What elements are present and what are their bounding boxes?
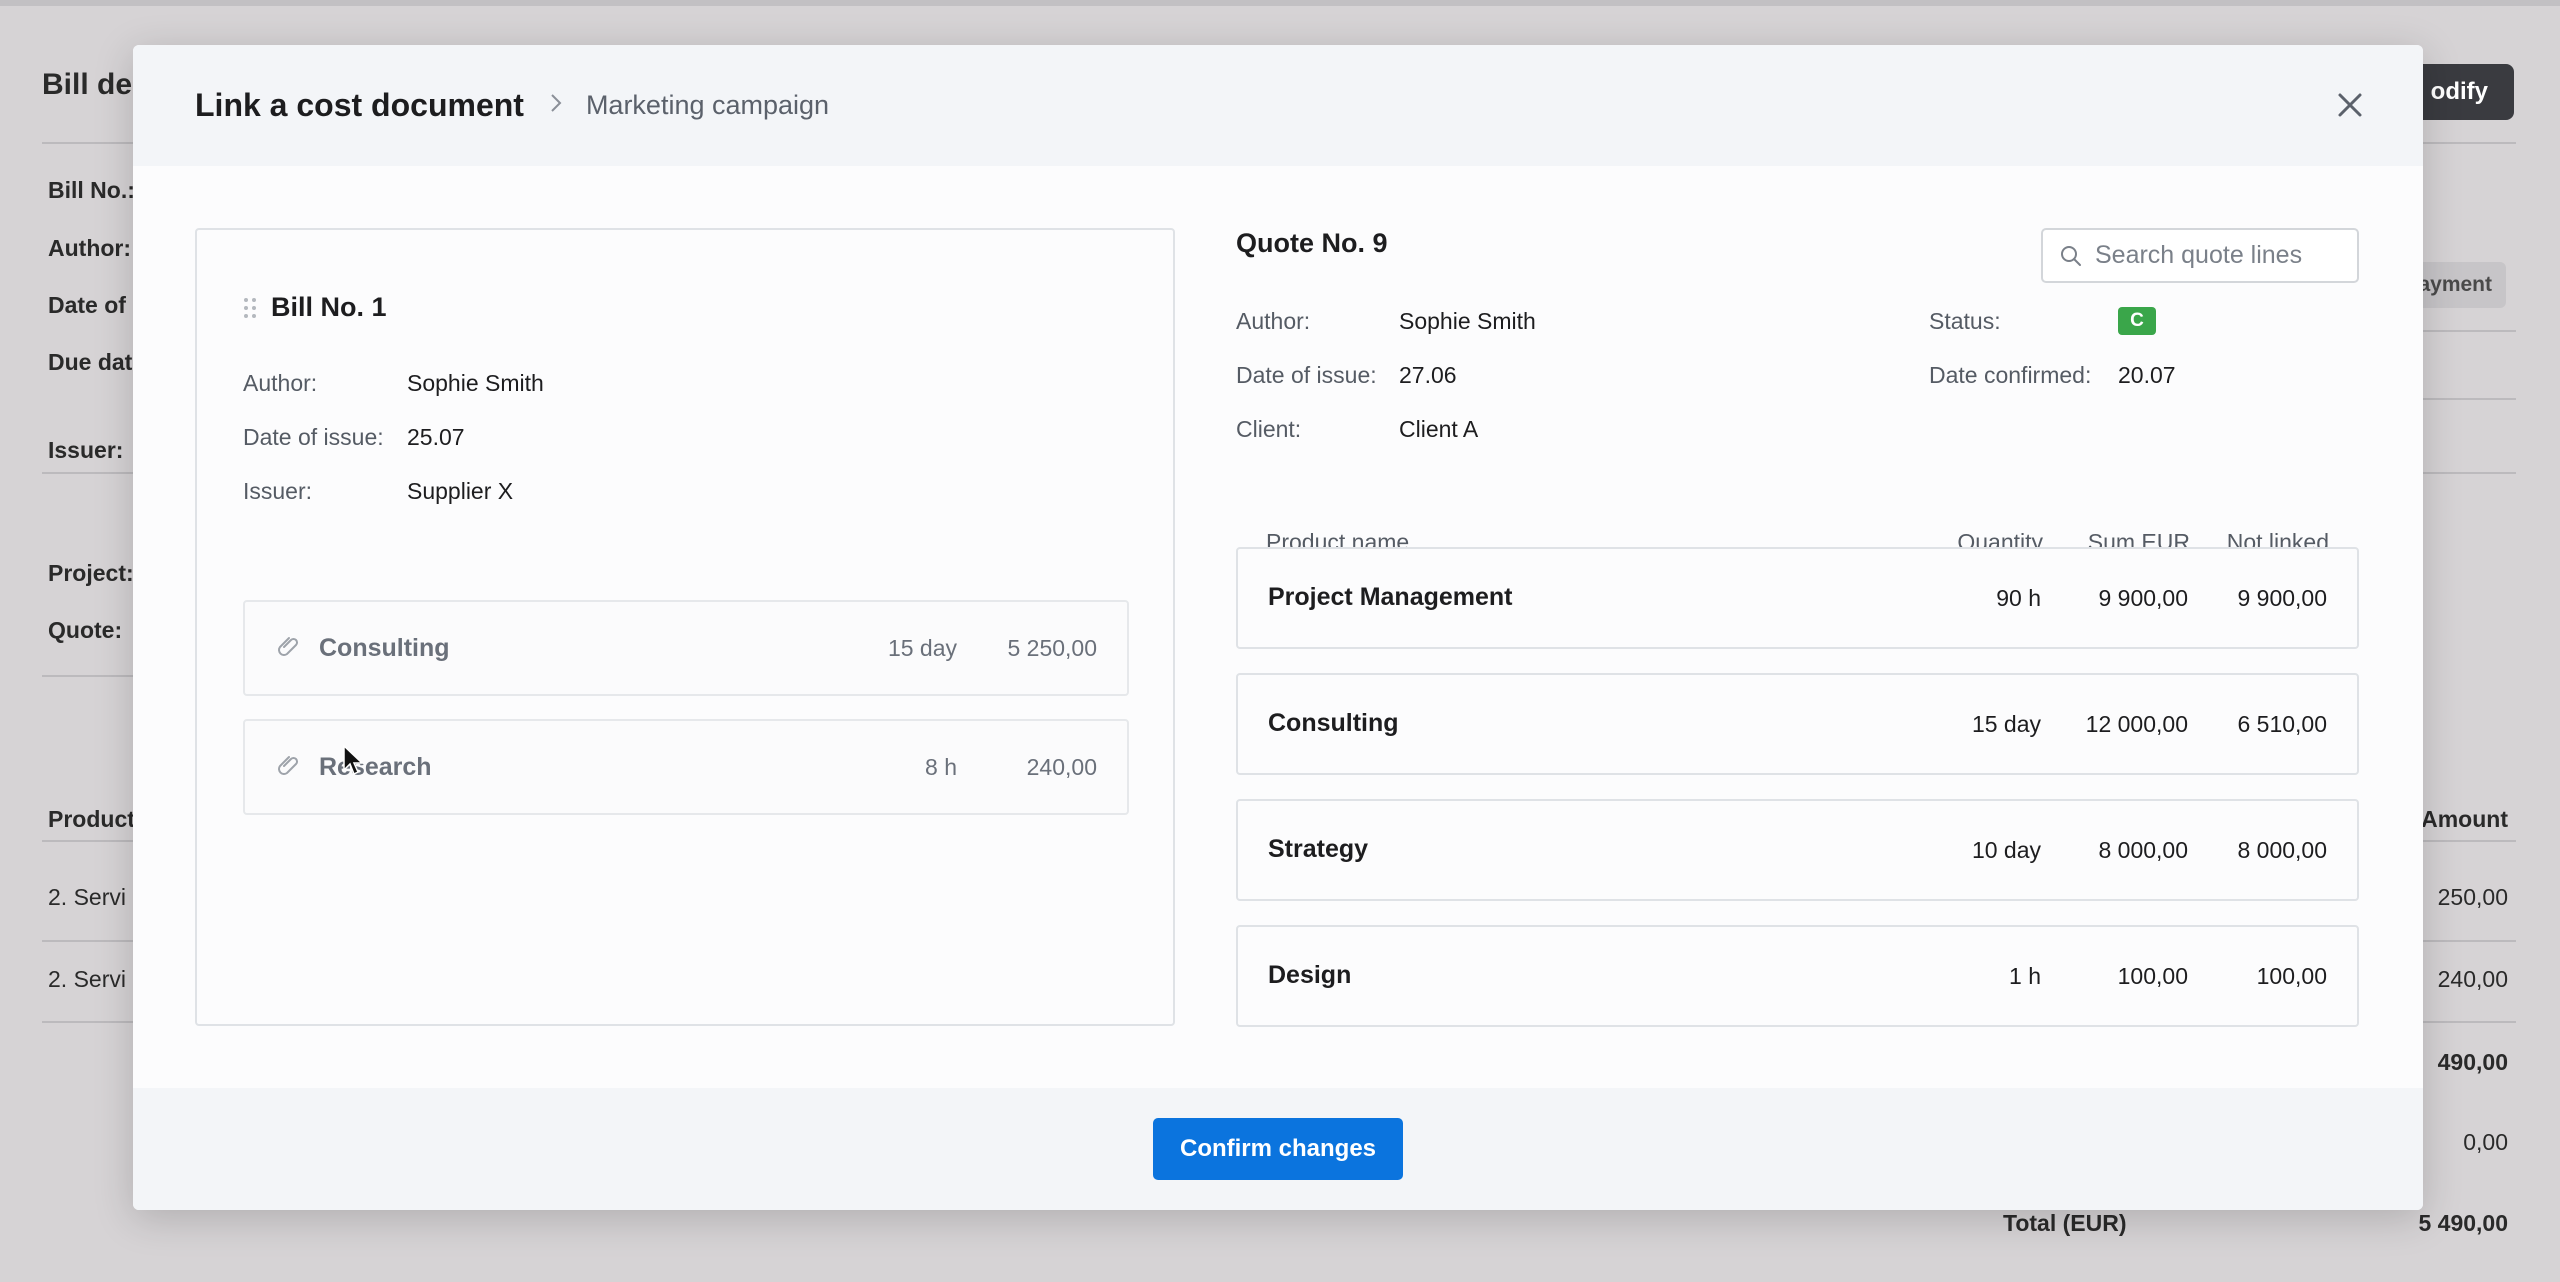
bill-title: Bill No. 1 <box>243 292 387 323</box>
bill-issuer-value: Supplier X <box>407 478 514 504</box>
bill-author-value: Sophie Smith <box>407 370 544 396</box>
quote-line-row[interactable]: Strategy 10 day 8 000,00 8 000,00 <box>1236 799 2359 901</box>
quote-line-not-linked: 8 000,00 <box>2237 837 2327 863</box>
quote-status-label: Status: <box>1929 308 2001 334</box>
quote-author-value: Sophie Smith <box>1399 308 1536 334</box>
quote-line-name: Consulting <box>1268 709 1399 737</box>
quote-line-qty: 1 h <box>2009 963 2041 989</box>
modal-header: Link a cost document Marketing campaign <box>133 45 2423 166</box>
quote-line-name: Design <box>1268 961 1352 989</box>
vat-value: 0,00 <box>2463 1129 2508 1155</box>
quote-line-sum: 8 000,00 <box>2098 837 2188 863</box>
link-cost-document-modal: Link a cost document Marketing campaign … <box>133 45 2423 1210</box>
mouse-cursor-icon <box>343 744 364 776</box>
table-row-amount: 250,00 <box>2437 884 2508 910</box>
product-column-header: Product <box>48 806 135 832</box>
bill-line-qty: 8 h <box>925 753 957 780</box>
paperclip-icon <box>275 752 301 783</box>
quote-client-label: Client: <box>1236 416 1302 442</box>
close-button[interactable] <box>2331 86 2369 124</box>
due-date-label: Due dat <box>48 349 133 375</box>
bill-issuer-label: Issuer: <box>243 478 313 504</box>
total-value: 5 490,00 <box>2418 1210 2508 1236</box>
breadcrumb[interactable]: Marketing campaign <box>586 90 829 121</box>
quote-line-qty: 10 day <box>1971 837 2041 863</box>
close-icon <box>2338 93 2362 117</box>
table-row-service: 2. Servi <box>48 884 126 910</box>
project-label: Project: <box>48 560 134 586</box>
search-input[interactable] <box>2095 241 2345 270</box>
quote-line-not-linked: 6 510,00 <box>2237 711 2327 737</box>
subtotal-value: 490,00 <box>2437 1049 2508 1075</box>
quote-line-row[interactable]: Design 1 h 100,00 100,00 <box>1236 925 2359 1027</box>
page-title: Bill de <box>42 68 133 101</box>
quote-line-qty: 15 day <box>1971 711 2041 737</box>
divider <box>42 472 134 474</box>
quote-client-value: Client A <box>1399 416 1479 442</box>
quote-date-label: Date of issue: <box>1236 362 1377 388</box>
drag-handle-icon[interactable] <box>243 297 257 319</box>
chevron-right-icon <box>550 92 562 120</box>
bill-line-item[interactable]: Research 8 h 240,00 <box>243 719 1129 815</box>
bill-panel: Bill No. 1 Author: Sophie Smith Date of … <box>195 228 1175 1026</box>
bill-line-name: Consulting <box>319 633 450 662</box>
status-badge: C <box>2118 307 2156 335</box>
modal-title: Link a cost document <box>195 87 524 123</box>
bill-author-label: Author: <box>243 370 318 396</box>
quote-line-row[interactable]: Project Management 90 h 9 900,00 9 900,0… <box>1236 547 2359 649</box>
quote-line-sum: 100,00 <box>2117 963 2188 989</box>
confirm-changes-button[interactable]: Confirm changes <box>1153 1118 1403 1180</box>
quote-line-qty: 90 h <box>1996 585 2041 611</box>
quote-line-not-linked: 9 900,00 <box>2237 585 2327 611</box>
bill-line-name: Research <box>319 752 432 781</box>
bill-title-text: Bill No. 1 <box>271 292 387 322</box>
modal-footer: Confirm changes <box>133 1088 2423 1210</box>
table-row-service: 2. Servi <box>48 966 126 992</box>
bill-line-qty: 15 day <box>887 634 957 661</box>
table-row-amount: 240,00 <box>2437 966 2508 992</box>
quote-line-row[interactable]: Consulting 15 day 12 000,00 6 510,00 <box>1236 673 2359 775</box>
quote-line-name: Strategy <box>1268 835 1369 863</box>
quote-date-value: 27.06 <box>1399 362 1457 388</box>
quote-line-not-linked: 100,00 <box>2256 963 2327 989</box>
bill-no-label: Bill No.: <box>48 177 135 203</box>
search-box <box>2041 228 2359 283</box>
bill-line-item[interactable]: Consulting 15 day 5 250,00 <box>243 600 1129 696</box>
bill-date-value: 25.07 <box>407 424 465 450</box>
quote-confirmed-value: 20.07 <box>2118 362 2176 388</box>
author-label: Author: <box>48 235 132 261</box>
quote-line-sum: 9 900,00 <box>2098 585 2188 611</box>
quote-line-name: Project Management <box>1268 583 1513 611</box>
quote-confirmed-label: Date confirmed: <box>1929 362 2092 388</box>
quote-author-label: Author: <box>1236 308 1311 334</box>
quote-label: Quote: <box>48 617 123 643</box>
quote-title: Quote No. 9 <box>1236 228 1388 258</box>
bill-line-sum: 240,00 <box>1026 753 1097 780</box>
search-icon <box>2061 245 2081 266</box>
bill-date-label: Date of issue: <box>243 424 384 450</box>
paperclip-icon <box>275 633 301 664</box>
total-label: Total (EUR) <box>2003 1210 2127 1236</box>
top-bar <box>0 0 2560 6</box>
amount-column-header: Amount <box>2421 806 2508 832</box>
date-label: Date of <box>48 292 126 318</box>
issuer-label: Issuer: <box>48 437 124 463</box>
bill-line-sum: 5 250,00 <box>1007 634 1097 661</box>
divider <box>42 675 134 677</box>
quote-line-sum: 12 000,00 <box>2085 711 2188 737</box>
